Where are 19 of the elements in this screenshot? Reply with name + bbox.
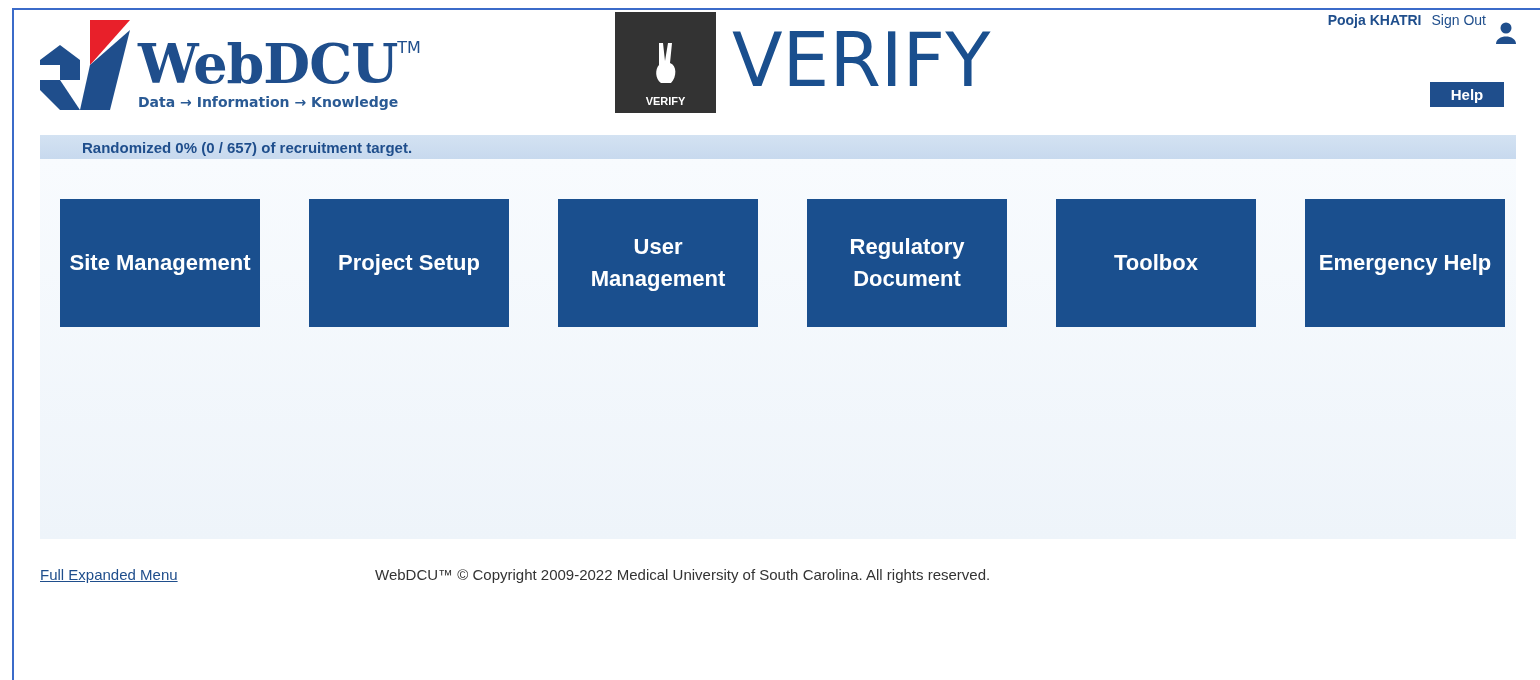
copyright-text: WebDCU™ © Copyright 2009-2022 Medical University of South Carolina. All rights reserved. bbox=[375, 565, 991, 583]
app-badge: VERIFY bbox=[615, 12, 716, 113]
logo-wordmark: WebDCU bbox=[138, 34, 398, 94]
menu-tile[interactable]: Toolbox bbox=[1056, 199, 1256, 327]
app-title: VERIFY bbox=[732, 20, 991, 100]
full-menu-link[interactable]: Full Expanded Menu bbox=[40, 565, 375, 583]
logo-tagline: Data → Information → Knowledge bbox=[138, 94, 400, 110]
menu-tile[interactable]: Emergency Help bbox=[1305, 199, 1505, 327]
sign-out-link[interactable]: Sign Out bbox=[1431, 12, 1486, 28]
trademark-mark: TM bbox=[397, 38, 421, 57]
menu-tile[interactable]: Regulatory Document bbox=[807, 199, 1007, 327]
menu-tile[interactable]: Project Setup bbox=[309, 199, 509, 327]
user-icon bbox=[1496, 22, 1516, 44]
logo-icon bbox=[40, 20, 130, 110]
recruitment-status: Randomized 0% (0 / 657) of recruitment target. bbox=[82, 138, 413, 156]
help-button[interactable]: Help bbox=[1430, 82, 1504, 107]
menu-tile[interactable]: User Management bbox=[558, 199, 758, 327]
user-name: Pooja KHATRI bbox=[1327, 12, 1422, 28]
menu-tile[interactable]: Site Management bbox=[60, 199, 260, 327]
